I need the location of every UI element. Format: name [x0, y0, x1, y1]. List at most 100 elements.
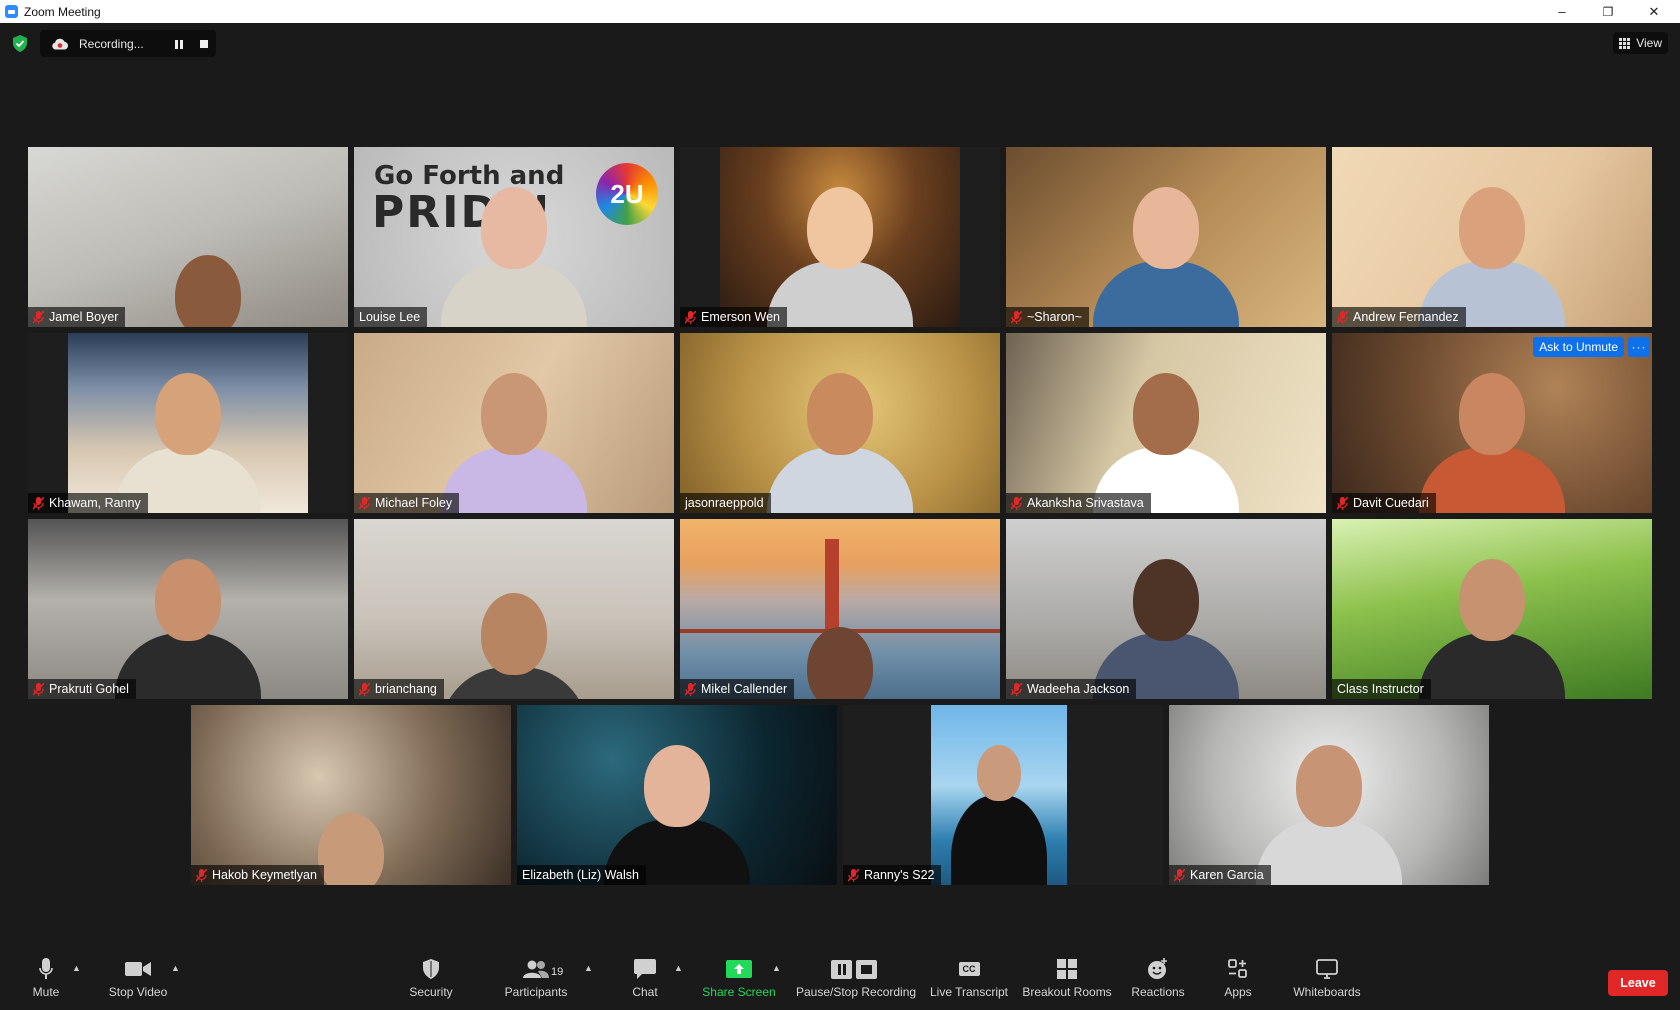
muted-mic-icon	[33, 496, 44, 510]
participant-face	[1459, 373, 1525, 455]
participant-face	[318, 813, 384, 885]
participant-face	[807, 373, 873, 455]
reactions-label: Reactions	[1131, 985, 1185, 999]
video-tile[interactable]: Andrew Fernandez	[1332, 147, 1652, 327]
muted-mic-icon	[1337, 496, 1348, 510]
video-tile[interactable]: Wadeeha Jackson	[1006, 519, 1326, 699]
grid-view-icon	[1619, 37, 1631, 49]
video-tile[interactable]: Go Forth and PRIDE! 2U Louise Lee	[354, 147, 674, 327]
participant-name: Class Instructor	[1337, 682, 1424, 696]
muted-mic-icon	[685, 310, 696, 324]
video-tile[interactable]: Khawam, Ranny	[28, 333, 348, 513]
minimize-button[interactable]: –	[1539, 0, 1585, 23]
participant-face	[1459, 187, 1525, 269]
video-tile[interactable]: Mikel Callender	[680, 519, 1000, 699]
participant-nametag: Emerson Wen	[680, 307, 787, 327]
participant-name: ~Sharon~	[1027, 310, 1082, 324]
participant-nametag: brianchang	[354, 679, 444, 699]
view-button[interactable]: View	[1613, 32, 1668, 54]
participants-options-chevron-icon[interactable]: ▲	[584, 963, 593, 973]
participant-nametag: Khawam, Ranny	[28, 493, 148, 513]
video-tile[interactable]: Akanksha Srivastava	[1006, 333, 1326, 513]
video-tile[interactable]: Hakob Keymetlyan	[191, 705, 511, 885]
participant-nametag: Wadeeha Jackson	[1006, 679, 1137, 699]
share-options-chevron-icon[interactable]: ▲	[772, 963, 781, 973]
mute-button[interactable]: Mute	[26, 950, 66, 1010]
live-transcript-button[interactable]: CC Live Transcript	[930, 950, 1008, 1010]
mute-label: Mute	[32, 985, 60, 999]
participant-name: Andrew Fernandez	[1353, 310, 1459, 324]
more-options-button[interactable]: ···	[1628, 337, 1650, 357]
reactions-button[interactable]: Reactions	[1130, 950, 1186, 1010]
participant-nametag: jasonraeppold	[680, 493, 771, 513]
video-tile[interactable]: Davit Cuedari Ask to Unmute ···	[1332, 333, 1652, 513]
recording-indicator: Recording...	[40, 30, 216, 57]
participant-name: Mikel Callender	[701, 682, 788, 696]
video-tile[interactable]: ~Sharon~	[1006, 147, 1326, 327]
video-tile[interactable]: brianchang	[354, 519, 674, 699]
video-tile[interactable]: Elizabeth (Liz) Walsh	[517, 705, 837, 885]
video-tile[interactable]: Karen Garcia	[1169, 705, 1489, 885]
participant-name: Khawam, Ranny	[49, 496, 141, 510]
restore-button[interactable]: ❐	[1585, 0, 1631, 23]
pause-recording-button[interactable]	[172, 37, 186, 51]
leave-button[interactable]: Leave	[1608, 970, 1668, 996]
stop-recording-button[interactable]	[197, 37, 211, 51]
participant-face	[481, 593, 547, 675]
pause-stop-recording-icon	[831, 960, 877, 979]
pride-2u-badge: 2U	[596, 163, 658, 225]
muted-mic-icon	[359, 682, 370, 696]
chat-bubble-icon	[634, 959, 656, 979]
participants-label: Participants	[504, 985, 568, 999]
participants-count: 19	[551, 966, 564, 978]
participant-name: Karen Garcia	[1190, 868, 1264, 882]
participant-face	[155, 559, 221, 641]
close-button[interactable]: ✕	[1631, 0, 1677, 23]
participants-icon	[523, 960, 549, 978]
participant-nametag: Mikel Callender	[680, 679, 795, 699]
chat-options-chevron-icon[interactable]: ▲	[674, 963, 683, 973]
stop-video-button[interactable]: Stop Video	[104, 950, 172, 1010]
participant-face	[155, 373, 221, 455]
security-label: Security	[409, 985, 453, 999]
reactions-smiley-icon	[1148, 958, 1167, 979]
apps-button[interactable]: Apps	[1222, 950, 1254, 1010]
video-tile[interactable]: jasonraeppold	[680, 333, 1000, 513]
security-button[interactable]: Security	[404, 950, 458, 1010]
participant-face	[1133, 559, 1199, 641]
participant-name: Wadeeha Jackson	[1027, 682, 1130, 696]
video-tile[interactable]: Jamel Boyer	[28, 147, 348, 327]
whiteboard-icon	[1316, 959, 1338, 979]
share-screen-button[interactable]: Share Screen	[700, 950, 778, 1010]
ask-to-unmute-button[interactable]: Ask to Unmute	[1533, 337, 1624, 357]
video-tile[interactable]: Ranny's S22	[843, 705, 1163, 885]
participant-name: Prakruti Gohel	[49, 682, 129, 696]
whiteboards-button[interactable]: Whiteboards	[1290, 950, 1364, 1010]
video-tile[interactable]: Emerson Wen	[680, 147, 1000, 327]
muted-mic-icon	[33, 310, 44, 324]
muted-mic-icon	[1337, 310, 1348, 324]
participant-name: Emerson Wen	[701, 310, 780, 324]
participant-face	[977, 745, 1021, 801]
participant-name: Elizabeth (Liz) Walsh	[522, 868, 639, 882]
video-tile[interactable]: Prakruti Gohel	[28, 519, 348, 699]
video-tile[interactable]: Michael Foley	[354, 333, 674, 513]
participants-button[interactable]: Participants	[502, 950, 570, 1010]
audio-options-chevron-icon[interactable]: ▲	[72, 963, 81, 973]
video-options-chevron-icon[interactable]: ▲	[171, 963, 180, 973]
encryption-shield-icon[interactable]	[12, 35, 28, 52]
recording-label: Recording...	[79, 36, 144, 51]
muted-mic-icon	[1011, 682, 1022, 696]
video-tile[interactable]: Class Instructor	[1332, 519, 1652, 699]
breakout-rooms-button[interactable]: Breakout Rooms	[1022, 950, 1112, 1010]
participant-name: Michael Foley	[375, 496, 453, 510]
participant-nametag: ~Sharon~	[1006, 307, 1089, 327]
pause-stop-recording-button[interactable]: Pause/Stop Recording	[796, 950, 916, 1010]
zoom-app-icon	[5, 5, 18, 18]
share-screen-icon	[726, 960, 752, 978]
participant-name: Jamel Boyer	[49, 310, 119, 324]
muted-mic-icon	[196, 868, 207, 882]
participant-name: jasonraeppold	[685, 496, 764, 510]
chat-button[interactable]: Chat	[625, 950, 665, 1010]
participant-nametag: Davit Cuedari	[1332, 493, 1436, 513]
